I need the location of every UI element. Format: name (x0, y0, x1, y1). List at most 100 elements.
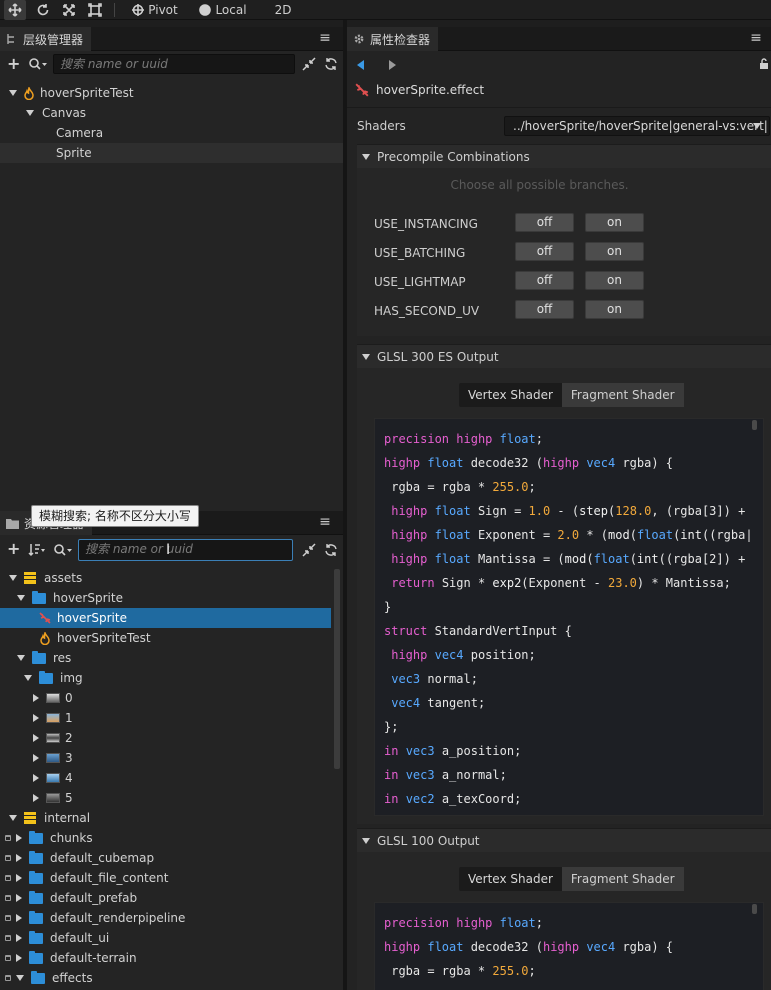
code-scrollbar[interactable] (752, 420, 757, 430)
assets-search-input[interactable]: 搜索 name or uuid (78, 539, 293, 561)
asset-label: 0 (65, 691, 73, 705)
sort-icon[interactable] (28, 543, 46, 557)
expand-arrow-icon[interactable] (9, 90, 17, 96)
collapse-all-icon[interactable] (302, 543, 316, 557)
code-scrollbar[interactable] (752, 904, 757, 914)
asset-item-img[interactable]: img (0, 668, 334, 688)
expand-arrow-icon[interactable] (17, 595, 25, 601)
asset-item-chunks[interactable]: chunks (0, 828, 334, 848)
asset-item-img-1[interactable]: 1 (0, 708, 334, 728)
asset-item-internal[interactable]: internal (0, 808, 334, 828)
macro-off-button[interactable]: off (515, 242, 574, 261)
macro-on-button[interactable]: on (585, 271, 644, 290)
asset-item-effects[interactable]: effects (0, 968, 334, 988)
scale-tool-button[interactable] (58, 0, 80, 20)
asset-item-default-prefab[interactable]: default_prefab (0, 888, 334, 908)
precompile-section-header[interactable]: Precompile Combinations (357, 144, 771, 168)
history-forward-icon[interactable] (389, 59, 396, 73)
macro-off-button[interactable]: off (515, 300, 574, 319)
collapse-arrow-icon[interactable] (362, 837, 370, 844)
macro-off-button[interactable]: off (515, 213, 574, 232)
macro-on-button[interactable]: on (585, 213, 644, 232)
asset-item-hoverspritetest-scene[interactable]: hoverSpriteTest (0, 628, 334, 648)
expand-arrow-icon[interactable] (16, 834, 22, 842)
asset-item-hoversprite-folder[interactable]: hoverSprite (0, 588, 334, 608)
expand-arrow-icon[interactable] (9, 575, 17, 581)
rect-tool-button[interactable] (84, 0, 106, 20)
expand-arrow-icon[interactable] (16, 954, 22, 962)
expand-arrow-icon[interactable] (33, 694, 39, 702)
expand-arrow-icon[interactable] (16, 894, 22, 902)
expand-arrow-icon[interactable] (33, 714, 39, 722)
expand-arrow-icon[interactable] (16, 934, 22, 942)
expand-arrow-icon[interactable] (16, 874, 22, 882)
refresh-icon[interactable] (324, 57, 338, 71)
refresh-icon[interactable] (324, 543, 338, 557)
expand-arrow-icon[interactable] (26, 110, 34, 116)
glsl300-code-view[interactable]: precision highp float; highp float decode… (374, 418, 764, 816)
shaders-dropdown[interactable]: ../hoverSprite/hoverSprite|general-vs:ve… (504, 116, 770, 136)
asset-item-res[interactable]: res (0, 648, 334, 668)
expand-arrow-icon[interactable] (17, 655, 25, 661)
asset-item-default-file-content[interactable]: default_file_content (0, 868, 334, 888)
collapse-arrow-icon[interactable] (362, 353, 370, 360)
asset-item-img-4[interactable]: 4 (0, 768, 334, 788)
glsl100-section-header[interactable]: GLSL 100 Output (357, 828, 771, 852)
asset-item-default-renderpipeline[interactable]: default_renderpipeline (0, 908, 334, 928)
tree-item-sprite[interactable]: Sprite (0, 143, 343, 163)
asset-item-img-5[interactable]: 5 (0, 788, 334, 808)
inspector-tab[interactable]: 属性检查器 (347, 27, 439, 51)
asset-item-default-terrain[interactable]: default-terrain (0, 948, 334, 968)
glsl300-shader-switch: Vertex Shader Fragment Shader (459, 383, 684, 407)
expand-arrow-icon[interactable] (33, 774, 39, 782)
local-button[interactable]: Local (198, 0, 248, 20)
fragment-shader-tab[interactable]: Fragment Shader (561, 383, 684, 407)
history-back-icon[interactable] (357, 59, 364, 73)
vertex-shader-tab[interactable]: Vertex Shader (459, 383, 562, 407)
expand-arrow-icon[interactable] (33, 734, 39, 742)
assets-menu-icon[interactable]: ≡ (318, 515, 332, 529)
add-asset-icon[interactable]: + (7, 541, 20, 557)
hierarchy-search-input[interactable]: 搜索 name or uuid (53, 54, 295, 74)
asset-item-default-ui[interactable]: default_ui (0, 928, 334, 948)
asset-item-img-3[interactable]: 3 (0, 748, 334, 768)
expand-arrow-icon[interactable] (16, 975, 24, 981)
expand-arrow-icon[interactable] (33, 794, 39, 802)
add-node-icon[interactable]: + (7, 56, 20, 72)
hierarchy-menu-icon[interactable]: ≡ (318, 31, 332, 45)
collapse-all-icon[interactable] (302, 57, 316, 71)
search-type-icon[interactable] (28, 57, 48, 71)
expand-arrow-icon[interactable] (16, 854, 22, 862)
expand-arrow-icon[interactable] (33, 754, 39, 762)
search-type-icon[interactable] (53, 543, 73, 557)
tree-item-camera[interactable]: Camera (0, 123, 343, 143)
hierarchy-tab[interactable]: 层级管理器 (0, 27, 92, 51)
move-tool-button[interactable] (4, 0, 26, 20)
collapse-arrow-icon[interactable] (362, 153, 370, 160)
asset-item-img-2[interactable]: 2 (0, 728, 334, 748)
macro-on-button[interactable]: on (585, 242, 644, 261)
asset-item-assets[interactable]: assets (0, 568, 334, 588)
expand-arrow-icon[interactable] (9, 815, 17, 821)
inspector-menu-icon[interactable]: ≡ (749, 31, 763, 45)
expand-arrow-icon[interactable] (16, 914, 22, 922)
assets-panel: 资源管理器 ≡ + 搜索 name or uuid I assets hover… (0, 511, 343, 990)
expand-arrow-icon[interactable] (24, 675, 32, 681)
lock-inspector-icon[interactable] (759, 58, 769, 70)
asset-item-hoversprite-effect[interactable]: hoverSprite (0, 608, 331, 628)
tree-item-scene[interactable]: hoverSpriteTest (0, 83, 343, 103)
macro-on-button[interactable]: on (585, 300, 644, 319)
asset-item-img-0[interactable]: 0 (0, 688, 334, 708)
asset-item-default-cubemap[interactable]: default_cubemap (0, 848, 334, 868)
fragment-shader-tab[interactable]: Fragment Shader (561, 867, 684, 891)
glsl300-section-header[interactable]: GLSL 300 ES Output (357, 344, 771, 368)
tree-item-canvas[interactable]: Canvas (0, 103, 343, 123)
mode-2d-button[interactable]: 2D (266, 0, 300, 20)
vertex-shader-tab[interactable]: Vertex Shader (459, 867, 562, 891)
pivot-button[interactable]: Pivot (130, 0, 180, 20)
assets-scrollbar[interactable] (334, 569, 340, 769)
macro-off-button[interactable]: off (515, 271, 574, 290)
glsl100-code-view[interactable]: precision highp float; highp float decode… (374, 902, 764, 990)
rotate-tool-button[interactable] (32, 0, 54, 20)
code-line: rgba = rgba * 255.0; (384, 964, 536, 978)
